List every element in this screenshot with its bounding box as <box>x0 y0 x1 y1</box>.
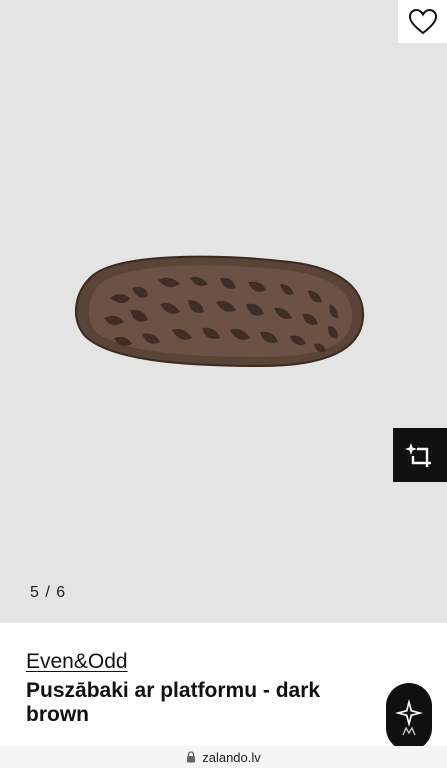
favorite-button[interactable] <box>398 0 447 43</box>
product-image-gallery[interactable]: 5 / 6 <box>0 0 447 623</box>
image-counter: 5 / 6 <box>30 584 67 601</box>
sparkle-crop-icon <box>405 443 431 467</box>
brand-link[interactable]: Even&Odd <box>26 650 128 674</box>
virtual-try-on-button[interactable] <box>393 428 447 482</box>
heart-outline-icon <box>408 8 437 34</box>
product-title: Puszābaki ar platformu - dark brown <box>26 679 321 726</box>
browser-address-bar[interactable]: zalando.lv <box>0 746 447 768</box>
sparkle-logo-icon <box>395 699 423 736</box>
url-text: zalando.lv <box>202 749 261 765</box>
assistant-button[interactable] <box>386 683 432 751</box>
product-image-shoe-sole[interactable] <box>70 248 370 376</box>
lock-icon <box>186 751 196 763</box>
